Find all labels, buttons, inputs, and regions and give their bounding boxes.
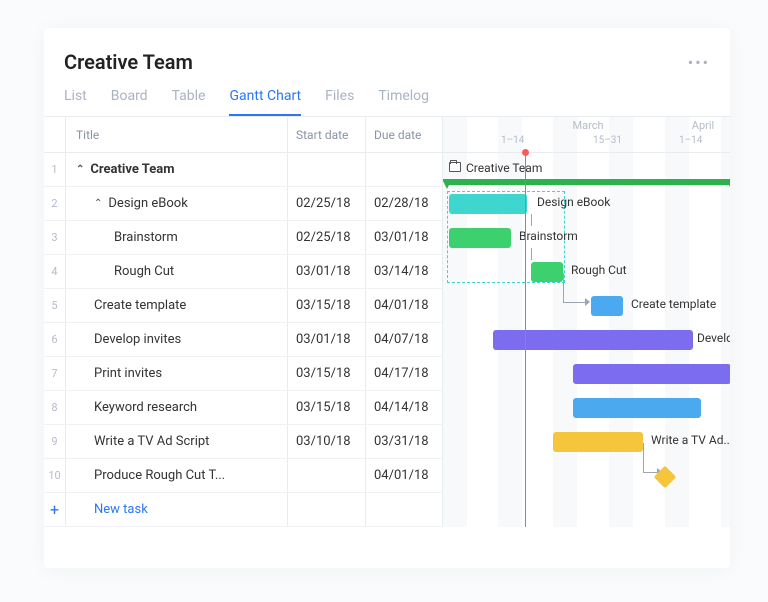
month-label: April — [663, 119, 730, 132]
gantt-bar-design-ebook[interactable] — [449, 194, 527, 214]
task-title: Produce Rough Cut T... — [94, 468, 225, 483]
table-row[interactable]: 10 Produce Rough Cut T... 04/01/18 — [44, 459, 442, 493]
gantt-folder-bar[interactable] — [447, 179, 730, 185]
task-title: Rough Cut — [114, 264, 174, 279]
table-row[interactable]: 3 Brainstorm 02/25/18 03/01/18 — [44, 221, 442, 255]
tab-table[interactable]: Table — [172, 88, 206, 116]
task-table: Title Start date Due date 1 ⌃Creative Te… — [44, 117, 442, 527]
page-title: Creative Team — [64, 50, 193, 74]
table-row[interactable]: 7 Print invites 03/15/18 04/17/18 — [44, 357, 442, 391]
folder-icon — [449, 162, 461, 172]
header: Creative Team ••• — [44, 28, 730, 74]
task-title: Create template — [94, 298, 186, 313]
gantt-bar-label: Create template — [631, 297, 716, 311]
month-label: March — [548, 119, 628, 132]
gantt-bar-label: Develop... — [697, 331, 730, 345]
caret-icon[interactable]: ⌃ — [94, 198, 102, 209]
tab-files[interactable]: Files — [325, 88, 354, 116]
more-menu-icon[interactable]: ••• — [688, 53, 710, 72]
gantt-bar-print[interactable] — [573, 364, 730, 384]
table-row[interactable]: 5 Create template 03/15/18 04/01/18 — [44, 289, 442, 323]
gantt-bar-writetv[interactable] — [553, 432, 643, 452]
task-title: Print invites — [94, 366, 162, 381]
view-tabs: List Board Table Gantt Chart Files Timel… — [44, 88, 730, 116]
tab-timelog[interactable]: Timelog — [378, 88, 429, 116]
dependency-arrow — [643, 443, 661, 473]
timeline-header: March April 1–14 15–31 1–14 — [443, 117, 730, 153]
today-indicator — [525, 153, 526, 527]
table-row[interactable]: 9 Write a TV Ad Script 03/10/18 03/31/18 — [44, 425, 442, 459]
timeline-body[interactable]: Creative Team Design eBook Brainstorm Ro… — [443, 153, 730, 527]
task-title: Keyword research — [94, 400, 197, 415]
new-task-row[interactable]: + New task — [44, 493, 442, 527]
gantt-bar-label: Brainstorm — [519, 229, 578, 243]
app-card: Creative Team ••• List Board Table Gantt… — [44, 28, 730, 568]
task-title: Develop invites — [94, 332, 181, 347]
gantt-bar-create-template[interactable] — [591, 296, 623, 316]
tab-list[interactable]: List — [64, 88, 87, 116]
gantt-folder-label: Creative Team — [466, 161, 542, 175]
gantt-bar-roughcut[interactable] — [531, 262, 563, 282]
column-headers: Title Start date Due date — [44, 117, 442, 153]
table-row[interactable]: 1 ⌃Creative Team — [44, 153, 442, 187]
gantt-bar-keyword[interactable] — [573, 398, 701, 418]
dependency-arrow — [563, 273, 589, 303]
tab-board[interactable]: Board — [111, 88, 148, 116]
col-title[interactable]: Title — [66, 117, 288, 152]
tab-gantt[interactable]: Gantt Chart — [229, 88, 301, 116]
gantt-bar-label: Design eBook — [537, 195, 610, 209]
plus-icon[interactable]: + — [44, 493, 66, 526]
task-title: Brainstorm — [114, 230, 178, 245]
task-title: Design eBook — [108, 196, 187, 211]
gantt-bar-develop[interactable] — [493, 330, 693, 350]
gantt-grid: Title Start date Due date 1 ⌃Creative Te… — [44, 116, 730, 527]
gantt-bar-label: Write a TV Ad... — [651, 433, 730, 447]
col-due[interactable]: Due date — [366, 117, 442, 152]
col-start[interactable]: Start date — [288, 117, 366, 152]
table-row[interactable]: 8 Keyword research 03/15/18 04/14/18 — [44, 391, 442, 425]
new-task-label: New task — [94, 502, 148, 517]
col-num — [44, 117, 66, 152]
table-row[interactable]: 6 Develop invites 03/01/18 04/07/18 — [44, 323, 442, 357]
task-title: Write a TV Ad Script — [94, 434, 209, 449]
timeline[interactable]: March April 1–14 15–31 1–14 Creative Tea… — [442, 117, 730, 527]
caret-icon[interactable]: ⌃ — [76, 164, 84, 175]
table-row[interactable]: 4 Rough Cut 03/01/18 03/14/18 — [44, 255, 442, 289]
table-row[interactable]: 2 ⌃Design eBook 02/25/18 02/28/18 — [44, 187, 442, 221]
gantt-bar-brainstorm[interactable] — [449, 228, 511, 248]
task-title: Creative Team — [90, 162, 174, 177]
